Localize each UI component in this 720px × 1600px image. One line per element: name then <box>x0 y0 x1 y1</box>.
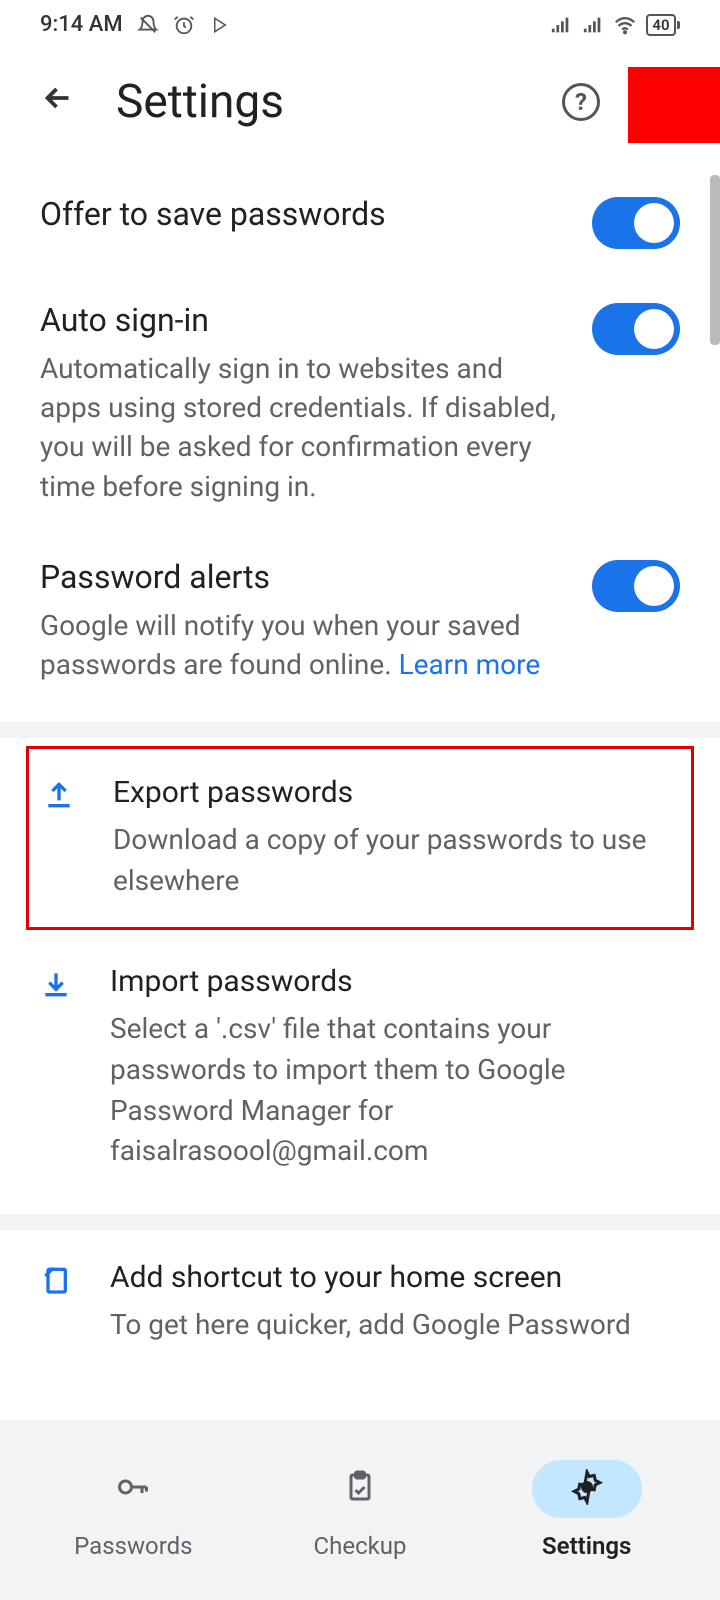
toggle-switch[interactable] <box>592 303 680 355</box>
add-shortcut-row[interactable]: Add shortcut to your home screen To get … <box>0 1230 720 1346</box>
signal-icon <box>550 14 572 36</box>
nav-checkup[interactable]: Checkup <box>247 1460 474 1560</box>
setting-title: Password alerts <box>40 558 562 596</box>
action-description: Select a '.csv' file that contains your … <box>110 1009 680 1171</box>
nav-label: Checkup <box>314 1532 407 1560</box>
play-icon <box>209 14 231 36</box>
shortcut-icon <box>40 1264 72 1300</box>
highlight-annotation: Export passwords Download a copy of your… <box>26 746 694 930</box>
import-passwords-row[interactable]: Import passwords Select a '.csv' file th… <box>0 934 720 1201</box>
clipboard-check-icon <box>342 1469 378 1509</box>
setting-description: Google will notify you when your saved p… <box>40 606 562 684</box>
scrollbar[interactable] <box>710 175 720 345</box>
setting-title: Auto sign-in <box>40 301 562 339</box>
status-time: 9:14 AM <box>40 12 123 37</box>
nav-settings[interactable]: Settings <box>473 1460 700 1560</box>
action-title: Import passwords <box>110 964 680 999</box>
section-divider <box>0 1214 720 1230</box>
bottom-navigation: Passwords Checkup Settings <box>0 1420 720 1600</box>
nav-label: Settings <box>542 1532 631 1560</box>
key-icon <box>115 1469 151 1509</box>
toggle-switch[interactable] <box>592 560 680 612</box>
setting-description: Automatically sign in to websites and ap… <box>40 349 562 506</box>
wifi-icon <box>614 14 636 36</box>
page-title: Settings <box>116 75 284 129</box>
action-title: Export passwords <box>113 775 677 810</box>
action-title: Add shortcut to your home screen <box>110 1260 680 1295</box>
action-description: To get here quicker, add Google Password <box>110 1305 680 1346</box>
signal-icon-2 <box>582 14 604 36</box>
status-bar: 9:14 AM 40 <box>0 0 720 45</box>
toggle-switch[interactable] <box>592 197 680 249</box>
setting-offer-save[interactable]: Offer to save passwords <box>40 169 680 275</box>
action-description: Download a copy of your passwords to use… <box>113 820 677 901</box>
download-icon <box>40 968 72 1004</box>
setting-password-alerts[interactable]: Password alerts Google will notify you w… <box>40 532 680 710</box>
setting-title: Offer to save passwords <box>40 195 562 233</box>
help-icon[interactable]: ? <box>562 83 600 121</box>
learn-more-link[interactable]: Learn more <box>399 648 541 681</box>
redacted-block <box>628 67 720 143</box>
nav-label: Passwords <box>74 1532 192 1560</box>
alarm-icon <box>173 14 195 36</box>
nav-passwords[interactable]: Passwords <box>20 1460 247 1560</box>
page-header: Settings ? <box>0 45 720 169</box>
section-divider <box>0 722 720 738</box>
back-arrow-icon[interactable] <box>40 80 76 125</box>
upload-icon <box>43 779 75 815</box>
export-passwords-row[interactable]: Export passwords Download a copy of your… <box>29 749 691 927</box>
gear-icon <box>569 1469 605 1509</box>
battery-icon: 40 <box>646 14 680 36</box>
setting-auto-signin[interactable]: Auto sign-in Automatically sign in to we… <box>40 275 680 532</box>
notification-muted-icon <box>137 14 159 36</box>
